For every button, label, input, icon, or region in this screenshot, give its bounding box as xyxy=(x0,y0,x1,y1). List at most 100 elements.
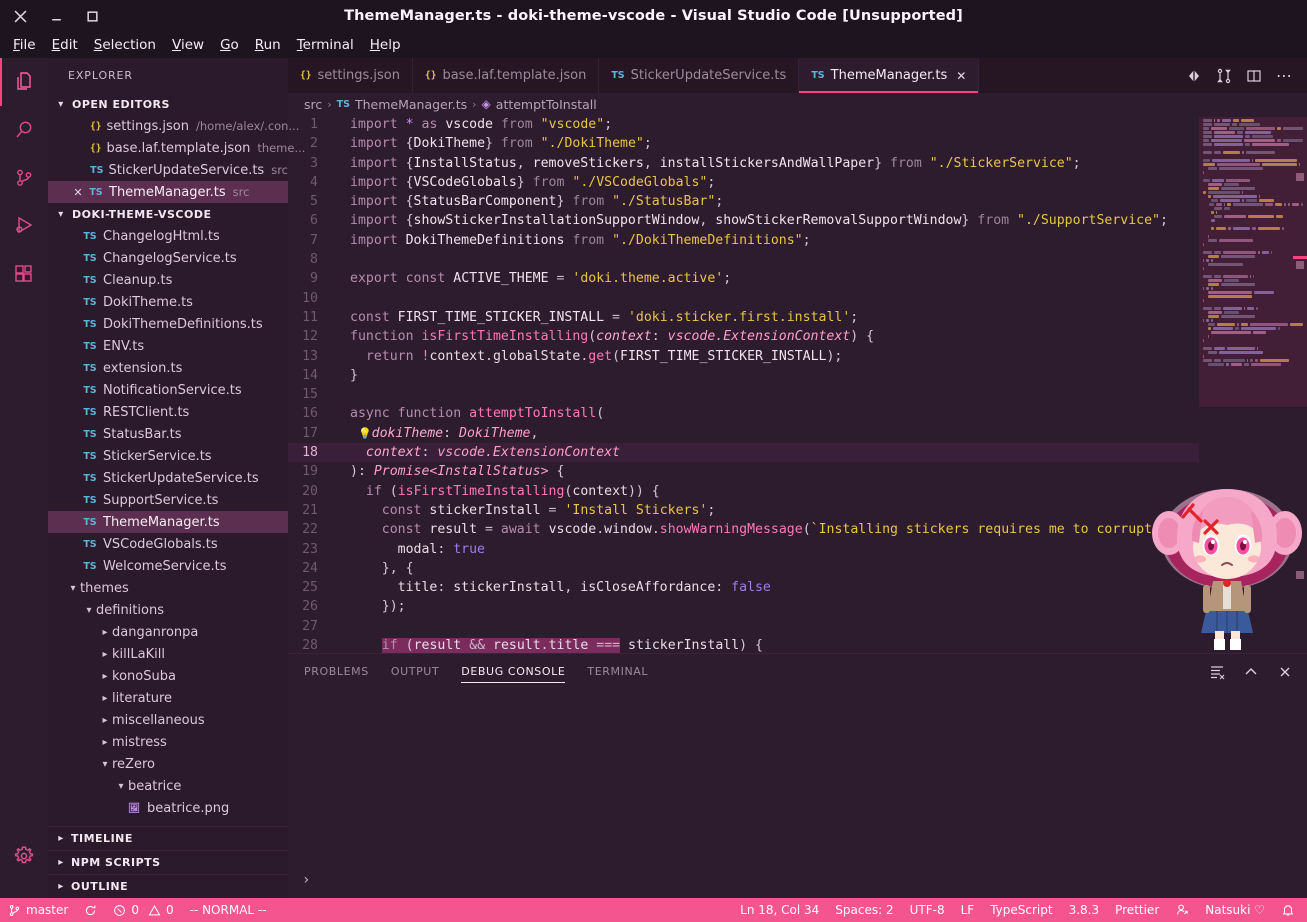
tree-item-restclient-ts[interactable]: TS RESTClient.ts xyxy=(48,401,288,423)
section-outline[interactable]: ▸ OUTLINE xyxy=(48,874,288,898)
section-npm-scripts[interactable]: ▸ NPM SCRIPTS xyxy=(48,850,288,874)
tree-item-definitions[interactable]: ▾ definitions xyxy=(48,599,288,621)
breadcrumb-symbol[interactable]: attemptToInstall xyxy=(496,97,597,112)
tree-item-extension-ts[interactable]: TS extension.ts xyxy=(48,357,288,379)
tree-item-killlakill[interactable]: ▸ killLaKill xyxy=(48,643,288,665)
status-ts-version[interactable]: 3.8.3 xyxy=(1061,898,1108,922)
status-indentation[interactable]: Spaces: 2 xyxy=(827,898,901,922)
tree-item-beatrice[interactable]: ▾ beatrice xyxy=(48,775,288,797)
tree-item-literature[interactable]: ▸ literature xyxy=(48,687,288,709)
tab-base-laf-template-json[interactable]: {} base.laf.template.json xyxy=(413,58,600,93)
tree-item-konosuba[interactable]: ▸ konoSuba xyxy=(48,665,288,687)
status-problems[interactable]: 0 0 xyxy=(105,898,181,922)
close-icon[interactable]: ✕ xyxy=(70,186,86,199)
tree-item-dokitheme-ts[interactable]: TS DokiTheme.ts xyxy=(48,291,288,313)
tree-item-themes[interactable]: ▾ themes xyxy=(48,577,288,599)
status-notifications[interactable] xyxy=(1273,898,1307,922)
code-editor[interactable]: 1 import * as vscode from "vscode"; 2 impo… xyxy=(288,115,1307,653)
tree-item-mistress[interactable]: ▸ mistress xyxy=(48,731,288,753)
status-doki-theme[interactable]: Natsuki ♡ xyxy=(1197,898,1273,922)
run-code-icon[interactable] xyxy=(1186,68,1202,84)
status-eol[interactable]: LF xyxy=(953,898,983,922)
tree-item-rezero[interactable]: ▾ reZero xyxy=(48,753,288,775)
tree-item-beatrice-png[interactable]: 🖼 beatrice.png xyxy=(48,797,288,819)
menu-view[interactable]: View xyxy=(165,35,211,55)
status-formatter[interactable]: Prettier xyxy=(1107,898,1167,922)
status-remote[interactable] xyxy=(1167,898,1197,922)
menu-selection[interactable]: Selection xyxy=(87,35,163,55)
tree-item-label: ChangelogHtml.ts xyxy=(103,228,220,244)
maximize-panel-icon[interactable] xyxy=(1243,664,1259,680)
ts-icon: TS xyxy=(336,98,350,110)
open-editor-path: /home/alex/.con... xyxy=(196,119,300,133)
tree-item-statusbar-ts[interactable]: TS StatusBar.ts xyxy=(48,423,288,445)
tree-item-danganronpa[interactable]: ▸ danganronpa xyxy=(48,621,288,643)
tree-item-stickerupdateservice-ts[interactable]: TS StickerUpdateService.ts xyxy=(48,467,288,489)
debug-console-prompt[interactable]: › xyxy=(302,872,310,888)
tab-terminal[interactable]: TERMINAL xyxy=(587,654,648,689)
code-lines[interactable]: 1 import * as vscode from "vscode"; 2 impo… xyxy=(288,115,1199,653)
tree-item-welcomeservice-ts[interactable]: TS WelcomeService.ts xyxy=(48,555,288,577)
tree-item-dokithemedefinitions-ts[interactable]: TS DokiThemeDefinitions.ts xyxy=(48,313,288,335)
split-diff-icon[interactable] xyxy=(1216,68,1232,84)
more-actions-icon[interactable]: ⋯ xyxy=(1276,67,1293,83)
breadcrumb-file[interactable]: ThemeManager.ts xyxy=(355,97,467,112)
menu-terminal[interactable]: Terminal xyxy=(290,35,361,55)
tree-item-miscellaneous[interactable]: ▸ miscellaneous xyxy=(48,709,288,731)
menu-help[interactable]: Help xyxy=(363,35,408,55)
tree-item-supportservice-ts[interactable]: TS SupportService.ts xyxy=(48,489,288,511)
open-editor-base-laf-template-json[interactable]: {} base.laf.template.json theme... xyxy=(48,137,305,159)
debug-console-body[interactable]: › xyxy=(288,689,1307,898)
open-editor-stickerupdateservice-ts[interactable]: TS StickerUpdateService.ts src xyxy=(48,159,288,181)
minimap[interactable] xyxy=(1199,115,1307,653)
minimize-icon[interactable] xyxy=(48,8,64,24)
activity-source-control[interactable] xyxy=(0,154,48,202)
tree-item-vscodeglobals-ts[interactable]: TS VSCodeGlobals.ts xyxy=(48,533,288,555)
line-content: import {StatusBarComponent} from "./Stat… xyxy=(350,194,724,210)
status-cursor-position[interactable]: Ln 18, Col 34 xyxy=(732,898,827,922)
status-encoding[interactable]: UTF-8 xyxy=(902,898,953,922)
tab-debug-console[interactable]: DEBUG CONSOLE xyxy=(461,654,566,689)
split-editor-icon[interactable] xyxy=(1246,68,1262,84)
open-editor-thememanager-ts[interactable]: ✕ TS ThemeManager.ts src xyxy=(48,181,288,203)
menu-file[interactable]: File xyxy=(6,35,43,55)
clear-console-icon[interactable] xyxy=(1209,664,1225,680)
tab-settings-json[interactable]: {} settings.json xyxy=(288,58,414,93)
activity-manage[interactable] xyxy=(0,832,48,880)
maximize-icon[interactable] xyxy=(84,8,100,24)
tree-item-changelogservice-ts[interactable]: TS ChangelogService.ts xyxy=(48,247,288,269)
activity-extensions[interactable] xyxy=(0,250,48,298)
breadcrumb-src[interactable]: src xyxy=(304,97,322,112)
tab-output[interactable]: OUTPUT xyxy=(391,654,439,689)
activity-search[interactable] xyxy=(0,106,48,154)
tree-item-thememanager-ts[interactable]: TS ThemeManager.ts xyxy=(48,511,288,533)
activity-explorer[interactable] xyxy=(0,58,48,106)
close-panel-icon[interactable] xyxy=(1277,664,1293,680)
activity-run-debug[interactable] xyxy=(0,202,48,250)
lightbulb-icon[interactable]: 💡 xyxy=(358,427,372,440)
close-icon[interactable]: ✕ xyxy=(956,69,966,83)
menu-edit[interactable]: Edit xyxy=(45,35,85,55)
tree-item-env-ts[interactable]: TS ENV.ts xyxy=(48,335,288,357)
menu-run[interactable]: Run xyxy=(248,35,288,55)
section-open-editors[interactable]: ▾ OPEN EDITORS xyxy=(48,93,288,115)
tab-thememanager-ts[interactable]: TS ThemeManager.ts ✕ xyxy=(799,58,980,93)
tree-item-notificationservice-ts[interactable]: TS NotificationService.ts xyxy=(48,379,288,401)
tree-item-changeloghtml-ts[interactable]: TS ChangelogHtml.ts xyxy=(48,225,288,247)
activity-bar xyxy=(0,58,48,898)
scrollbar-overview[interactable] xyxy=(1293,115,1307,653)
status-branch[interactable]: master xyxy=(0,898,76,922)
status-vim-mode[interactable]: -- NORMAL -- xyxy=(182,898,275,922)
close-icon[interactable] xyxy=(12,8,28,24)
section-project-root[interactable]: ▾ DOKI-THEME-VSCODE xyxy=(48,203,288,225)
menu-go[interactable]: Go xyxy=(213,35,246,55)
tree-item-label: DokiTheme.ts xyxy=(103,294,193,310)
status-sync[interactable] xyxy=(76,898,105,922)
tab-stickerupdateservice-ts[interactable]: TS StickerUpdateService.ts xyxy=(599,58,800,93)
tab-problems[interactable]: PROBLEMS xyxy=(304,654,369,689)
open-editor-settings-json[interactable]: {} settings.json /home/alex/.con... xyxy=(48,115,299,137)
status-language-mode[interactable]: TypeScript xyxy=(982,898,1060,922)
tree-item-cleanup-ts[interactable]: TS Cleanup.ts xyxy=(48,269,288,291)
tree-item-stickerservice-ts[interactable]: TS StickerService.ts xyxy=(48,445,288,467)
section-timeline[interactable]: ▸ TIMELINE xyxy=(48,826,288,850)
